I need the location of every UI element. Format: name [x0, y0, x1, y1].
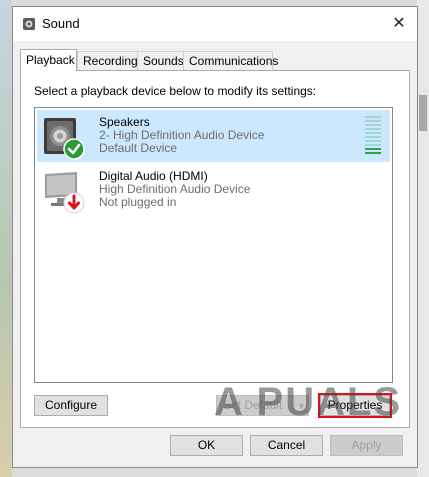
- level-meter-segment: [365, 136, 381, 138]
- close-button[interactable]: ✕: [387, 12, 411, 36]
- instruction-text: Select a playback device below to modify…: [34, 84, 317, 98]
- title-bar[interactable]: Sound ✕: [13, 7, 417, 41]
- ok-button[interactable]: OK: [170, 435, 243, 456]
- level-meter-segment: [365, 152, 381, 154]
- volume-level-meter: [365, 116, 381, 156]
- device-item-speakers[interactable]: Speakers 2- High Definition Audio Device…: [37, 110, 390, 162]
- sound-icon: [23, 18, 35, 30]
- tab-recording[interactable]: Recording: [77, 51, 139, 70]
- device-name: Speakers: [99, 115, 150, 129]
- device-item-hdmi[interactable]: Digital Audio (HDMI) High Definition Aud…: [37, 164, 390, 216]
- level-meter-segment: [365, 124, 381, 126]
- device-description: 2- High Definition Audio Device: [99, 128, 265, 142]
- tab-playback[interactable]: Playback: [20, 49, 77, 71]
- tab-sounds[interactable]: Sounds: [137, 51, 184, 70]
- level-meter-segment: [365, 144, 381, 146]
- set-default-label: Set Default: [223, 398, 283, 412]
- background-scrollbar[interactable]: [417, 0, 429, 477]
- tab-communications[interactable]: Communications: [183, 51, 278, 70]
- device-status: Default Device: [99, 141, 178, 155]
- desktop-background: [0, 0, 12, 477]
- apply-button[interactable]: Apply: [330, 435, 403, 456]
- set-default-dropdown-button[interactable]: ▼: [294, 395, 309, 416]
- chevron-down-icon: ▼: [297, 402, 306, 411]
- level-meter-segment: [365, 120, 381, 122]
- level-meter-segment: [365, 128, 381, 130]
- scrollbar-thumb[interactable]: [419, 95, 427, 131]
- monitor-icon: [45, 172, 85, 214]
- configure-button[interactable]: Configure: [34, 395, 108, 416]
- device-status: Not plugged in: [99, 195, 177, 209]
- device-name: Digital Audio (HDMI): [99, 169, 208, 183]
- device-list[interactable]: Speakers 2- High Definition Audio Device…: [34, 107, 393, 383]
- level-meter-segment: [365, 132, 381, 134]
- level-meter-segment: [365, 148, 381, 150]
- cancel-button[interactable]: Cancel: [250, 435, 323, 456]
- playback-panel: Select a playback device below to modify…: [20, 70, 410, 428]
- level-meter-segment: [365, 116, 381, 118]
- window-title: Sound: [42, 16, 80, 31]
- properties-button[interactable]: Properties: [318, 393, 392, 418]
- level-meter-segment: [365, 140, 381, 142]
- sound-dialog: Sound ✕ Playback Recording Sounds Commun…: [12, 6, 418, 468]
- device-description: High Definition Audio Device: [99, 182, 251, 196]
- speaker-icon: [44, 118, 85, 160]
